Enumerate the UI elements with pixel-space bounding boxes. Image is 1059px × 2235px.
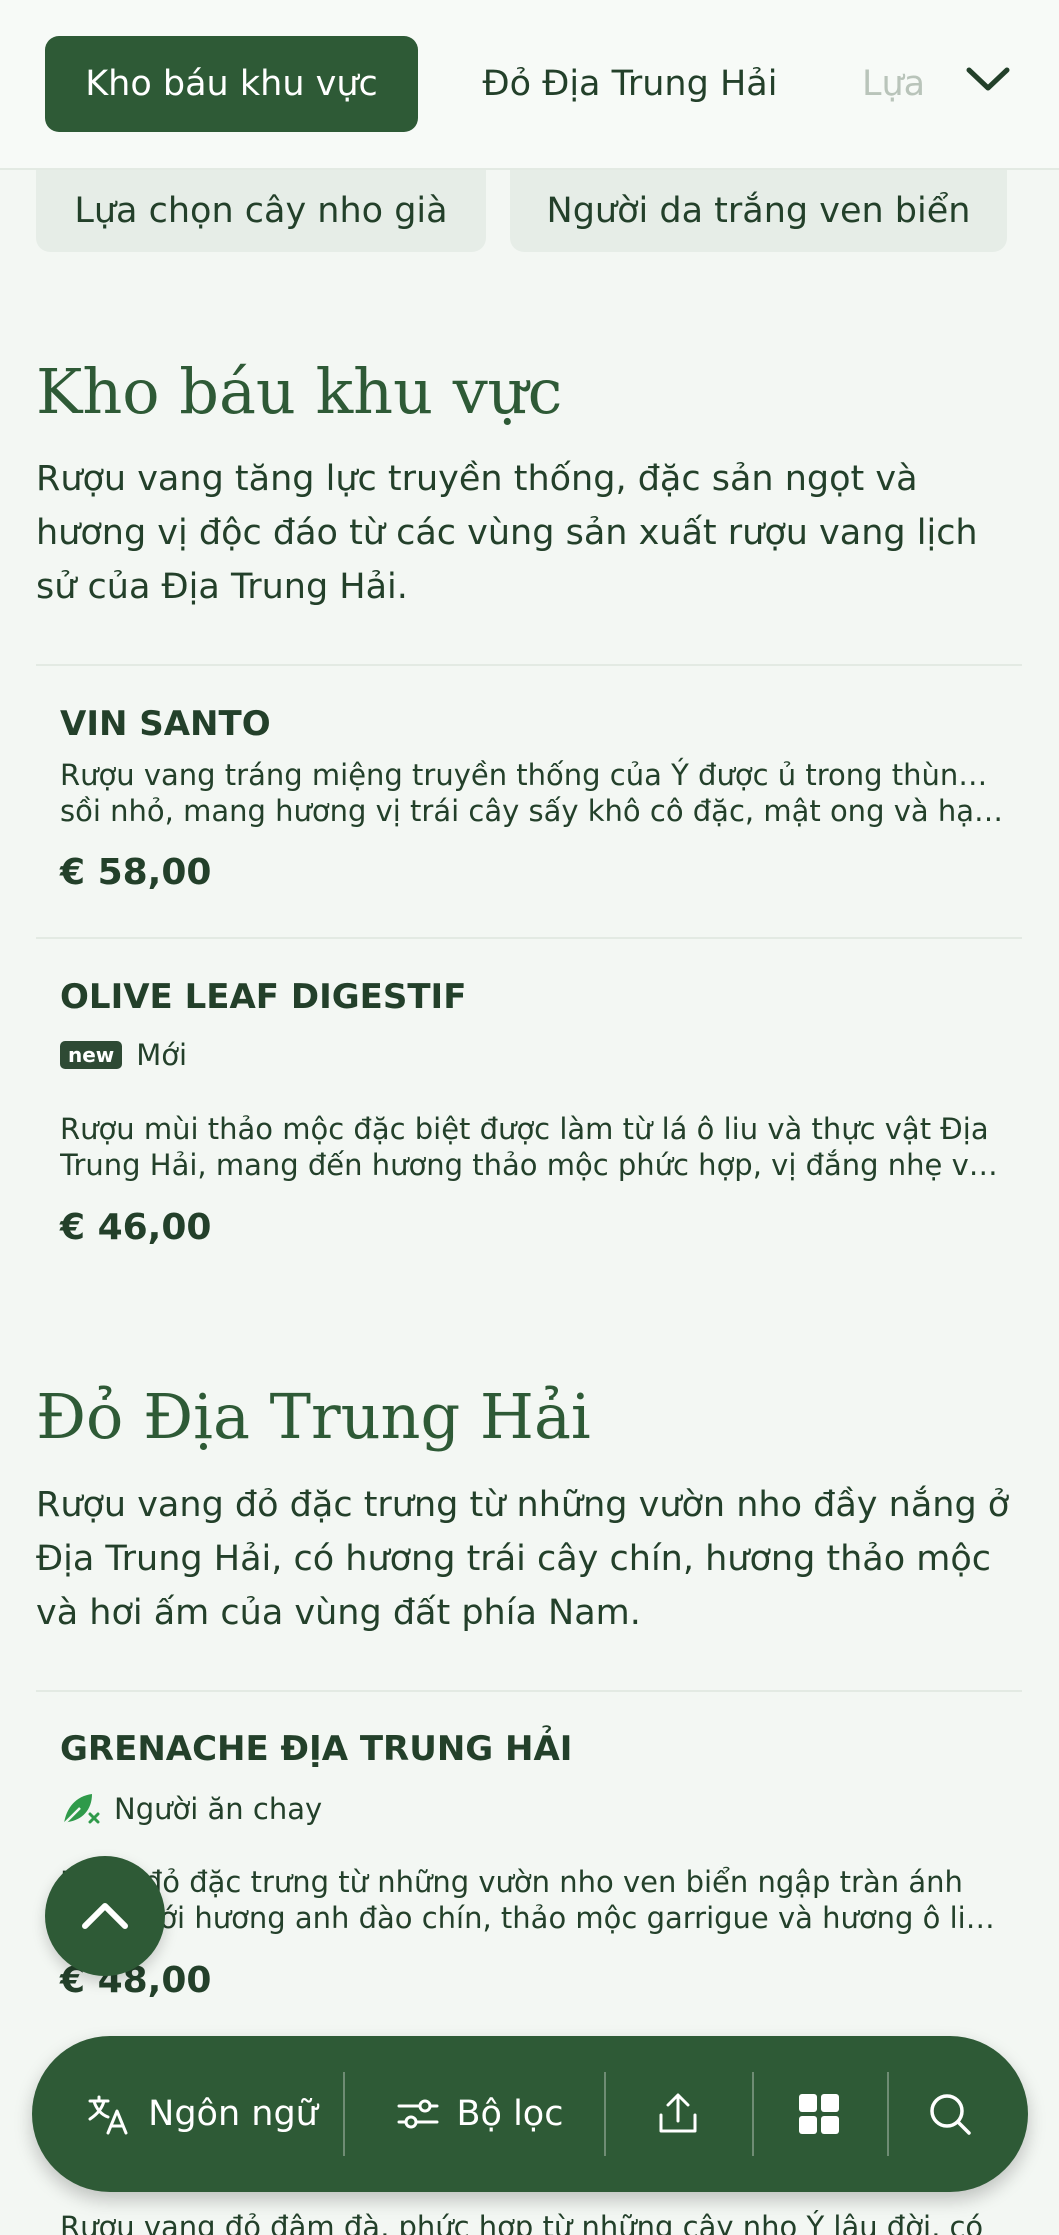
item-name: VIN SANTO — [60, 704, 271, 744]
scroll-top-button[interactable] — [45, 1856, 165, 1976]
tab-selection[interactable]: Lựa — [862, 36, 942, 132]
item-description: Rượu đỏ đặc trưng từ những vườn nho ven … — [60, 1865, 1005, 1935]
divider — [36, 1690, 1022, 1692]
language-button[interactable]: Ngôn ngữ — [62, 2036, 342, 2192]
subchip-coastal-whites[interactable]: Người da trắng ven biển — [510, 170, 1007, 252]
item-description: Rượu vang tráng miệng truyền thống của Ý… — [60, 758, 1005, 828]
language-label: Ngôn ngữ — [148, 2094, 318, 2134]
toolbar-separator — [887, 2072, 889, 2156]
badge-label: Người ăn chay — [114, 1792, 323, 1826]
item-name: GRENACHE ĐỊA TRUNG HẢI — [60, 1729, 573, 1769]
divider — [36, 937, 1022, 939]
sliders-icon — [397, 2099, 439, 2129]
section-description: Rượu vang đỏ đặc trưng từ những vườn nho… — [36, 1485, 1010, 1633]
grid-icon — [799, 2094, 839, 2134]
translate-icon — [88, 2095, 128, 2135]
share-button[interactable] — [606, 2036, 750, 2192]
category-nav: Kho báu khu vực Đỏ Địa Trung Hải Lựa — [0, 0, 1059, 170]
chevron-down-icon[interactable] — [963, 60, 1013, 100]
filter-button[interactable]: Bộ lọc — [354, 2036, 604, 2192]
vegan-badge: Người ăn chay — [60, 1790, 322, 1828]
tab-regional-treasures[interactable]: Kho báu khu vực — [45, 36, 418, 132]
new-tag: new — [60, 1041, 123, 1069]
chevron-up-icon — [82, 1903, 128, 1929]
new-badge: new Mới — [60, 1038, 187, 1072]
divider — [36, 664, 1022, 666]
next-item-description: Rượu vang đỏ đậm đà, phức hợp từ những c… — [60, 2210, 984, 2235]
toolbar-separator — [343, 2072, 345, 2156]
search-button[interactable] — [890, 2036, 1010, 2192]
section-title: Đỏ Địa Trung Hải — [36, 1380, 591, 1453]
section-description: Rượu vang tăng lực truyền thống, đặc sản… — [36, 459, 978, 607]
item-name: OLIVE LEAF DIGESTIF — [60, 977, 467, 1017]
grid-view-button[interactable] — [754, 2036, 884, 2192]
subchip-old-vines[interactable]: Lựa chọn cây nho già — [36, 170, 486, 252]
filter-label: Bộ lọc — [456, 2094, 564, 2134]
item-description: Rượu mùi thảo mộc đặc biệt được làm từ l… — [60, 1112, 1005, 1182]
item-price: € 58,00 — [60, 852, 212, 893]
item-price: € 46,00 — [60, 1207, 212, 1248]
section-title: Kho báu khu vực — [36, 355, 563, 428]
bottom-toolbar: Ngôn ngữ Bộ lọc — [32, 2036, 1028, 2192]
tab-mediterranean-red[interactable]: Đỏ Địa Trung Hải — [460, 36, 800, 132]
badge-label: Mới — [136, 1038, 188, 1072]
search-icon — [930, 2094, 971, 2135]
share-icon — [659, 2093, 697, 2133]
leaf-icon — [63, 1794, 100, 1825]
